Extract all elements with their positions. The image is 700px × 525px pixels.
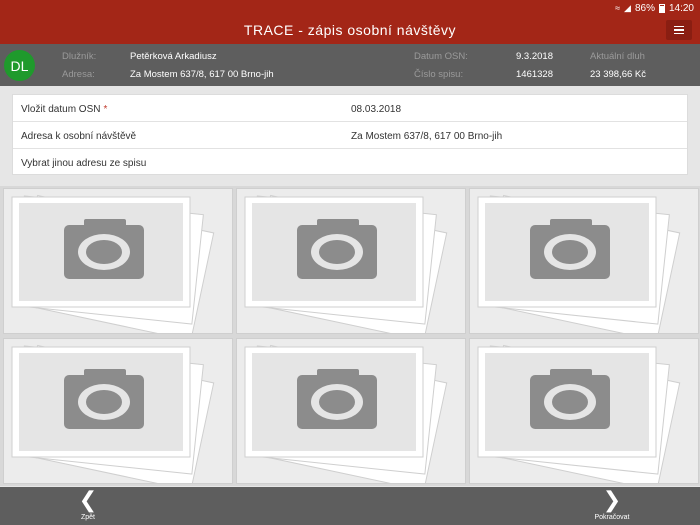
wifi-icon: ≈: [615, 3, 621, 13]
chevron-right-icon: ❯: [602, 488, 622, 513]
select-other-address-row[interactable]: Vybrat jinou adresu ze spisu: [13, 149, 687, 176]
osn-date-value: 9.3.2018: [516, 51, 553, 62]
address-label: Adresa:: [62, 69, 95, 80]
menu-icon-line: [674, 32, 684, 35]
file-number-label: Číslo spisu:: [414, 69, 464, 80]
battery-percent: 86%: [634, 2, 655, 14]
app-title: TRACE - zápis osobní návštěvy: [243, 22, 457, 38]
continue-button[interactable]: ❯ Pokračovat: [582, 490, 642, 524]
photo-slot[interactable]: [236, 188, 466, 334]
chevron-left-icon: ❮: [78, 488, 98, 513]
app-bar: TRACE - zápis osobní návštěvy: [0, 16, 700, 44]
osn-date-field[interactable]: 08.03.2018: [351, 104, 401, 115]
back-label: Zpět: [80, 514, 95, 521]
clock: 14:20: [668, 2, 694, 14]
camera-icon: [244, 344, 448, 483]
debtor-label: Dlužník:: [62, 51, 97, 62]
menu-icon-line: [674, 29, 684, 31]
debt-label: Aktuální dluh: [590, 51, 645, 62]
photo-slot[interactable]: [3, 188, 233, 334]
address-value: Za Mostem 637/8, 617 00 Brno-jih: [130, 69, 274, 80]
visit-form: Vložit datum OSN * 08.03.2018 Adresa k os…: [12, 94, 688, 175]
camera-icon: [477, 194, 681, 333]
photo-slot[interactable]: [236, 338, 466, 484]
osn-date-field-label: Vložit datum OSN: [21, 104, 101, 115]
avatar: DL: [4, 50, 35, 81]
photo-slot[interactable]: [3, 338, 233, 484]
camera-icon: [11, 194, 215, 333]
camera-icon: [244, 194, 448, 333]
photo-grid: [0, 186, 700, 486]
photo-slot[interactable]: [469, 188, 699, 334]
required-marker: *: [103, 104, 108, 115]
debtor-name: Petěrková Arkadiusz: [130, 51, 217, 62]
back-button[interactable]: ❮ Zpět: [58, 490, 118, 524]
cell-signal-icon: ◢: [624, 2, 631, 13]
file-number-value: 1461328: [516, 69, 553, 80]
photo-slot[interactable]: [469, 338, 699, 484]
visit-address-label: Adresa k osobní návštěvě: [21, 131, 137, 142]
debt-value: 23 398,66 Kč: [590, 69, 646, 80]
battery-icon: [658, 3, 665, 13]
select-other-address-label: Vybrat jinou adresu ze spisu: [21, 158, 147, 169]
status-bar: ≈ ◢ 86% 14:20: [0, 0, 700, 16]
bottom-navigation: ❮ Zpět ❯ Pokračovat: [0, 487, 700, 525]
osn-date-row[interactable]: Vložit datum OSN * 08.03.2018: [13, 95, 687, 122]
debtor-info-header: DL Dlužník: Petěrková Arkadiusz Adresa: …: [0, 44, 700, 86]
visit-address-row[interactable]: Adresa k osobní návštěvě Za Mostem 637/8…: [13, 122, 687, 149]
osn-date-label: Datum OSN:: [414, 51, 468, 62]
camera-icon: [477, 344, 681, 483]
menu-icon-line: [674, 25, 684, 28]
visit-address-value[interactable]: Za Mostem 637/8, 617 00 Brno-jih: [351, 131, 502, 142]
menu-button[interactable]: [666, 20, 692, 40]
continue-label: Pokračovat: [594, 514, 630, 521]
camera-icon: [11, 344, 215, 483]
